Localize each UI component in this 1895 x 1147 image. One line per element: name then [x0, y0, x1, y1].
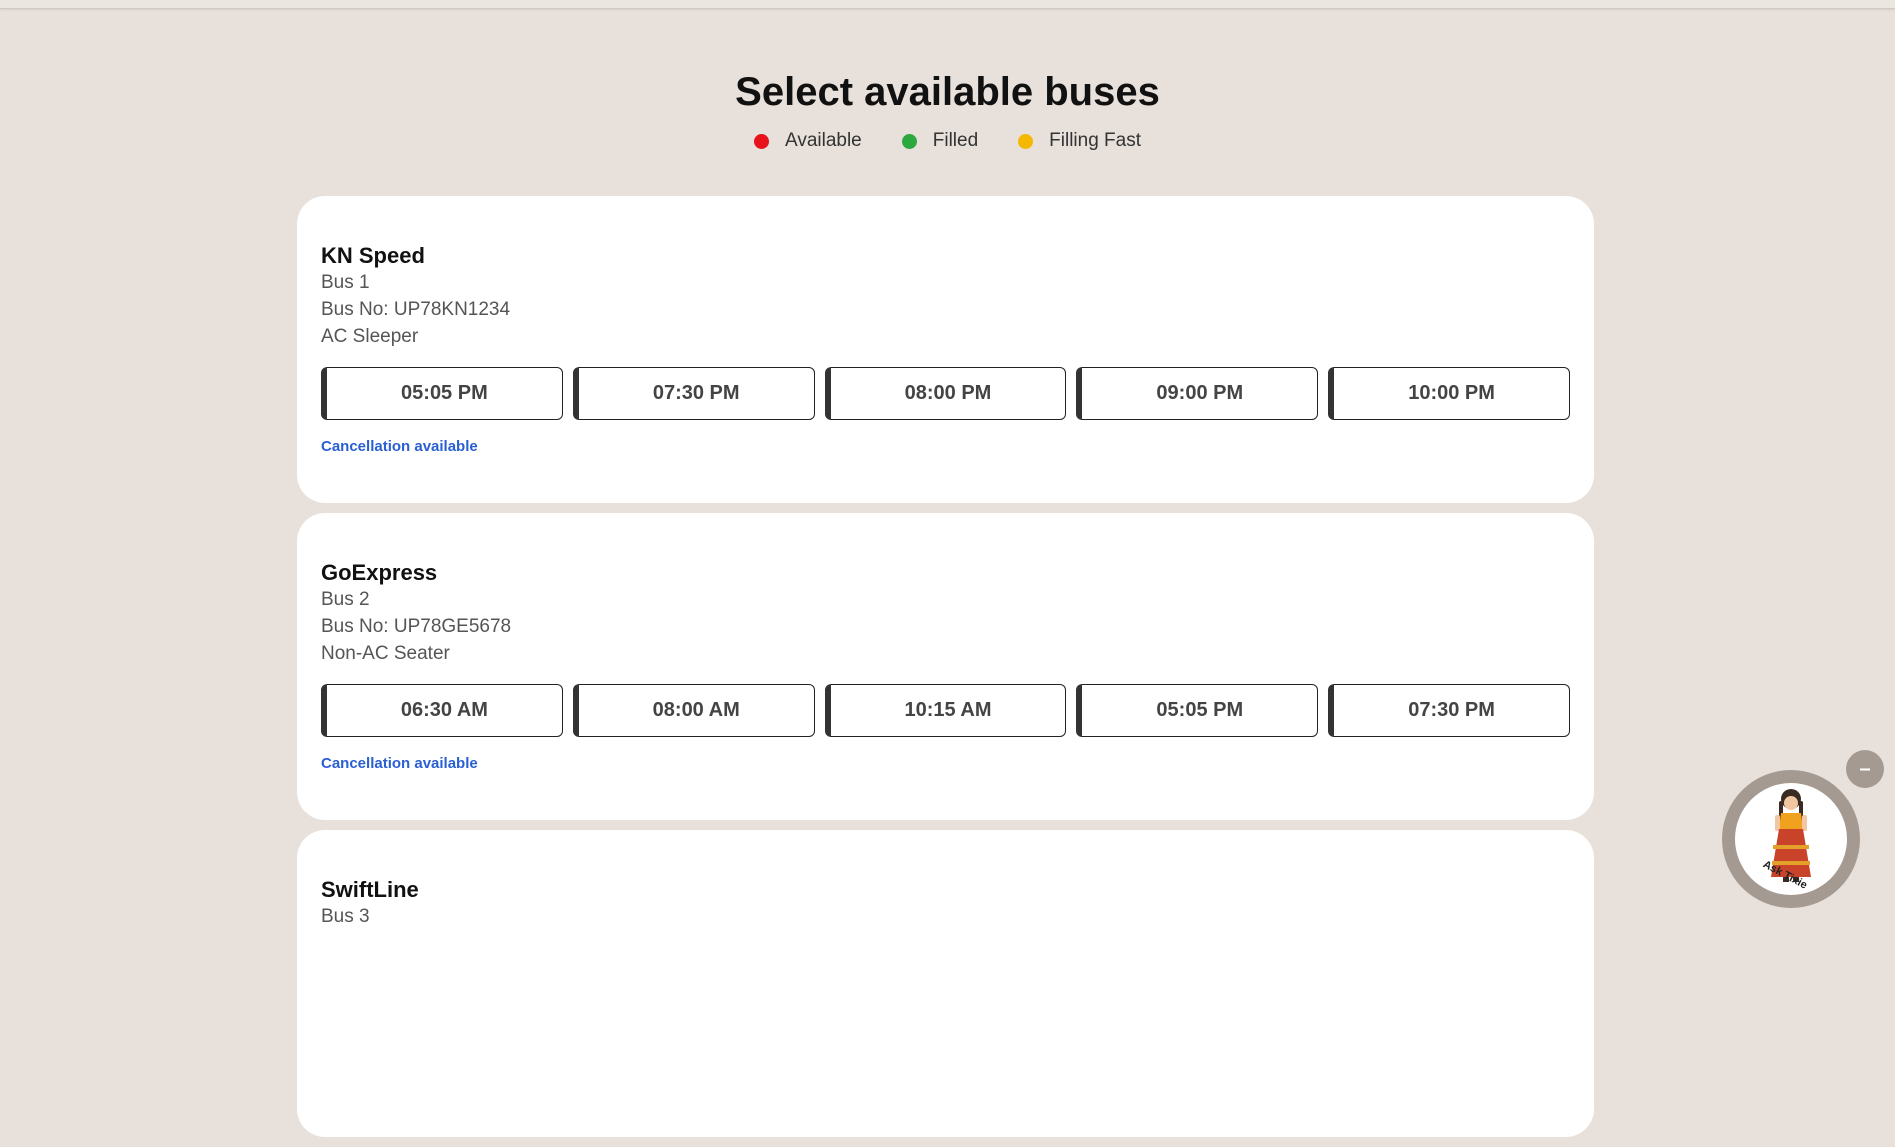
page-title: Select available buses	[735, 70, 1160, 114]
time-slot-button[interactable]: 06:30 AM	[321, 684, 563, 737]
operator-name: SwiftLine	[321, 877, 419, 902]
status-legend: Available Filled Filling Fast	[0, 130, 1895, 152]
time-slot-button[interactable]: 07:30 PM	[572, 367, 815, 420]
time-slot-button[interactable]: 07:30 PM	[1328, 684, 1570, 737]
bus-card: SwiftLine Bus 3	[297, 830, 1594, 1137]
time-slot-button[interactable]: 08:00 AM	[572, 684, 815, 737]
available-dot-icon	[753, 133, 769, 149]
bus-label: Bus 2	[321, 589, 370, 610]
time-slot-button[interactable]: 10:00 PM	[1328, 367, 1570, 420]
bus-label: Bus 3	[321, 906, 370, 927]
cancellation-link[interactable]: Cancellation available	[321, 438, 478, 455]
bus-type: AC Sleeper	[321, 326, 419, 347]
departure-times: 05:05 PM 07:30 PM 08:00 PM 09:00 PM 10:0…	[321, 367, 1570, 420]
time-slot-button[interactable]: 09:00 PM	[1076, 367, 1319, 420]
filled-dot-icon	[901, 133, 917, 149]
filling-fast-dot-icon	[1018, 133, 1034, 149]
bus-list: KN Speed Bus 1 Bus No: UP78KN1234 AC Sle…	[297, 196, 1594, 1147]
legend-label: Available	[784, 130, 862, 151]
legend-label: Filling Fast	[1049, 130, 1142, 151]
chat-assistant-button[interactable]: Ask Tixie	[1722, 770, 1860, 908]
minimize-chat-button[interactable]: –	[1846, 750, 1884, 788]
departure-times: 06:30 AM 08:00 AM 10:15 AM 05:05 PM 07:3…	[321, 684, 1570, 737]
bus-label: Bus 1	[321, 272, 370, 293]
assistant-avatar: Ask Tixie	[1735, 783, 1847, 895]
legend-item-filled: Filled	[901, 130, 979, 152]
legend-item-available: Available	[753, 130, 862, 152]
operator-name: GoExpress	[321, 560, 438, 585]
bus-card: GoExpress Bus 2 Bus No: UP78GE5678 Non-A…	[297, 513, 1594, 820]
bus-card: KN Speed Bus 1 Bus No: UP78KN1234 AC Sle…	[297, 196, 1594, 503]
legend-label: Filled	[932, 130, 979, 151]
time-slot-button[interactable]: 08:00 PM	[824, 367, 1067, 420]
time-slot-button[interactable]: 05:05 PM	[321, 367, 563, 420]
time-slot-button[interactable]: 05:05 PM	[1076, 684, 1319, 737]
bus-number: Bus No: UP78KN1234	[321, 299, 511, 320]
bus-number: Bus No: UP78GE5678	[321, 616, 512, 637]
time-slot-button[interactable]: 10:15 AM	[824, 684, 1067, 737]
bus-type: Non-AC Seater	[321, 643, 450, 664]
cancellation-link[interactable]: Cancellation available	[321, 755, 478, 772]
minus-icon: –	[1859, 757, 1871, 780]
legend-item-filling-fast: Filling Fast	[1018, 130, 1141, 152]
top-bar	[0, 0, 1895, 9]
operator-name: KN Speed	[321, 243, 425, 268]
